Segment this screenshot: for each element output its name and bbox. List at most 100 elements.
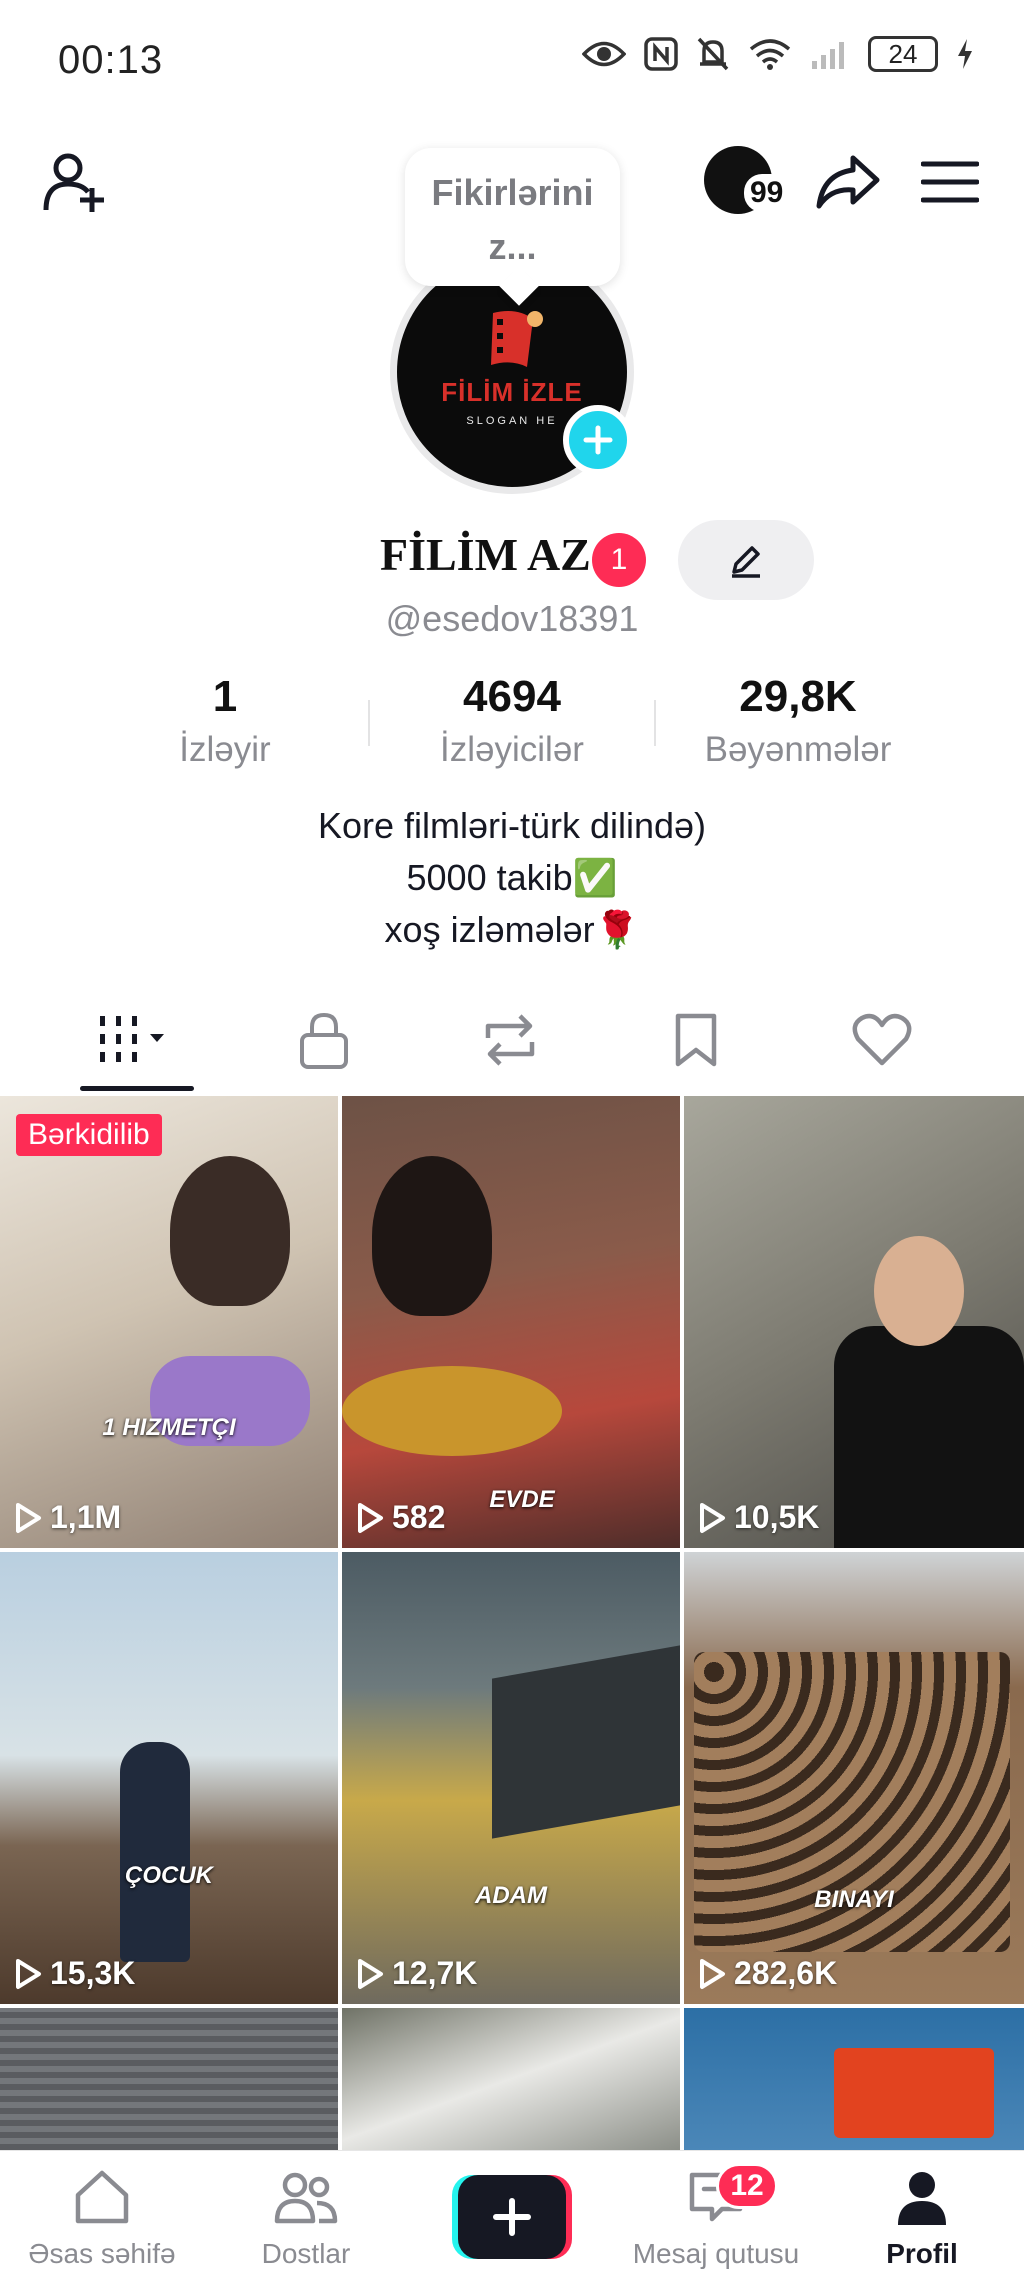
- eye-icon: [582, 41, 626, 67]
- thumbnail-figure: [834, 1326, 1024, 1548]
- share-icon: [816, 155, 880, 209]
- video-thumbnail[interactable]: EVDE 582: [342, 1096, 680, 1548]
- plus-icon: [583, 425, 613, 455]
- share-profile-button[interactable]: [808, 142, 888, 222]
- nav-inbox[interactable]: 12 Mesaj qutusu: [616, 2163, 816, 2270]
- video-thumbnail[interactable]: BINAYI 282,6K: [684, 1552, 1024, 2004]
- thumbnail-figure: [120, 1742, 190, 1962]
- profile-views-button[interactable]: 99: [704, 142, 796, 218]
- create-button-body: [458, 2175, 566, 2259]
- bio-line2: 5000 takib✅: [406, 857, 618, 898]
- thoughts-bubble[interactable]: Fikirlərini z...: [405, 148, 620, 286]
- stat-following[interactable]: 1 İzləyir: [120, 672, 330, 770]
- notification-badge[interactable]: 1: [592, 533, 646, 587]
- tab-videos[interactable]: [68, 1000, 208, 1080]
- play-icon: [358, 1502, 383, 1533]
- tab-favorites[interactable]: [626, 1000, 766, 1080]
- add-story-button[interactable]: [563, 405, 633, 475]
- video-caption: ÇOCUK: [125, 1862, 213, 1889]
- video-caption: 1 HIZMETÇI: [102, 1414, 236, 1441]
- lock-icon: [300, 1012, 348, 1069]
- stat-divider: [654, 700, 656, 746]
- thumbnail-truck: [492, 1645, 680, 1839]
- video-caption: BINAYI: [814, 1886, 894, 1913]
- video-thumbnail[interactable]: [684, 2008, 1024, 2150]
- video-thumbnail[interactable]: Bərkidilib 1 HIZMETÇI 1,1M: [0, 1096, 338, 1548]
- video-thumbnail[interactable]: ADAM 12,7K: [342, 1552, 680, 2004]
- repost-icon: [485, 1014, 535, 1066]
- videos-grid-icon: [100, 1016, 164, 1062]
- thumbnail-truck: [834, 2048, 994, 2138]
- username: @esedov18391: [385, 598, 639, 639]
- stat-likes-value: 29,8K: [739, 672, 857, 721]
- nav-friends[interactable]: Dostlar: [206, 2167, 406, 2270]
- heart-icon: [852, 1013, 912, 1066]
- nav-friends-label: Dostlar: [261, 2238, 351, 2269]
- bubble-text-line2: z...: [488, 226, 537, 267]
- thumbnail-image: [0, 2008, 338, 2150]
- video-thumbnail[interactable]: [342, 2008, 680, 2150]
- stat-likes-label: Bəyənmələr: [704, 730, 892, 769]
- thumbnail-image: [342, 2008, 680, 2150]
- nav-home[interactable]: Əsas səhifə: [2, 2167, 202, 2270]
- add-friend-button[interactable]: [36, 142, 116, 222]
- thumbnail-image: [342, 1096, 680, 1548]
- nav-profile[interactable]: Profil: [822, 2167, 1022, 2270]
- bookmark-icon: [675, 1013, 717, 1067]
- video-view-count: 582: [392, 1499, 446, 1535]
- hamburger-icon: [921, 161, 979, 203]
- stat-followers[interactable]: 4694 İzləyicilər: [400, 672, 624, 770]
- stat-divider: [368, 700, 370, 746]
- display-name: FİLİM AZ: [380, 529, 591, 580]
- inbox-badge: 12: [716, 2163, 778, 2209]
- stat-followers-label: İzləyicilər: [440, 730, 584, 769]
- video-thumbnail[interactable]: 10,5K: [684, 1096, 1024, 1548]
- nfc-icon: [644, 37, 678, 71]
- tab-reposts[interactable]: [440, 1000, 580, 1080]
- bio-line3: xoş izləmələr🌹: [384, 909, 640, 950]
- charging-icon: [958, 39, 972, 69]
- video-view-count: 10,5K: [734, 1499, 820, 1535]
- video-views: 582: [356, 1499, 445, 1536]
- video-views: 12,7K: [356, 1955, 477, 1992]
- play-icon: [16, 1502, 41, 1533]
- stat-following-value: 1: [212, 672, 238, 721]
- video-views: 1,1M: [14, 1499, 121, 1536]
- nav-profile-label: Profil: [886, 2238, 958, 2269]
- status-icons: 24: [582, 36, 974, 72]
- play-icon: [16, 1958, 41, 1989]
- video-views: 15,3K: [14, 1955, 135, 1992]
- logo-title: FİLİM İZLE: [441, 377, 583, 407]
- bottom-navigation: Əsas səhifə Dostlar 12 Mesaj qutusu Prof…: [0, 2150, 1024, 2290]
- battery-indicator: 24: [868, 36, 938, 72]
- stat-followers-value: 4694: [463, 672, 561, 721]
- wifi-icon: [749, 39, 791, 70]
- menu-button[interactable]: [908, 142, 992, 222]
- video-thumbnail[interactable]: [0, 2008, 338, 2150]
- profile-views-badge: 99: [744, 174, 790, 212]
- profile-bio[interactable]: Kore filmləri-türk dilində) 5000 takib✅ …: [0, 800, 1024, 956]
- tab-private[interactable]: [254, 1000, 394, 1080]
- bio-line1: Kore filmləri-türk dilində): [317, 805, 707, 846]
- stat-likes[interactable]: 29,8K Bəyənmələr: [680, 672, 916, 770]
- thumbnail-figure: [170, 1156, 290, 1306]
- tab-active-indicator: [80, 1086, 194, 1091]
- edit-name-button[interactable]: [678, 520, 814, 600]
- home-icon: [75, 2170, 129, 2224]
- video-view-count: 1,1M: [50, 1499, 122, 1535]
- tab-liked[interactable]: [812, 1000, 952, 1080]
- play-icon: [700, 1958, 725, 1989]
- person-plus-icon: [43, 153, 104, 212]
- video-views: 282,6K: [698, 1955, 837, 1992]
- thumbnail-figure-head: [874, 1236, 964, 1346]
- nav-inbox-label: Mesaj qutusu: [632, 2238, 800, 2269]
- status-time: 00:13: [58, 38, 164, 82]
- video-thumbnail[interactable]: ÇOCUK 15,3K: [0, 1552, 338, 2004]
- thumbnail-image: [0, 1096, 338, 1548]
- bubble-text-line1: Fikirlərini: [431, 172, 594, 213]
- pencil-icon: [732, 546, 760, 578]
- create-button[interactable]: [452, 2175, 572, 2259]
- video-view-count: 282,6K: [734, 1955, 838, 1991]
- video-view-count: 15,3K: [50, 1955, 136, 1991]
- film-reel-logo-icon: [491, 311, 543, 367]
